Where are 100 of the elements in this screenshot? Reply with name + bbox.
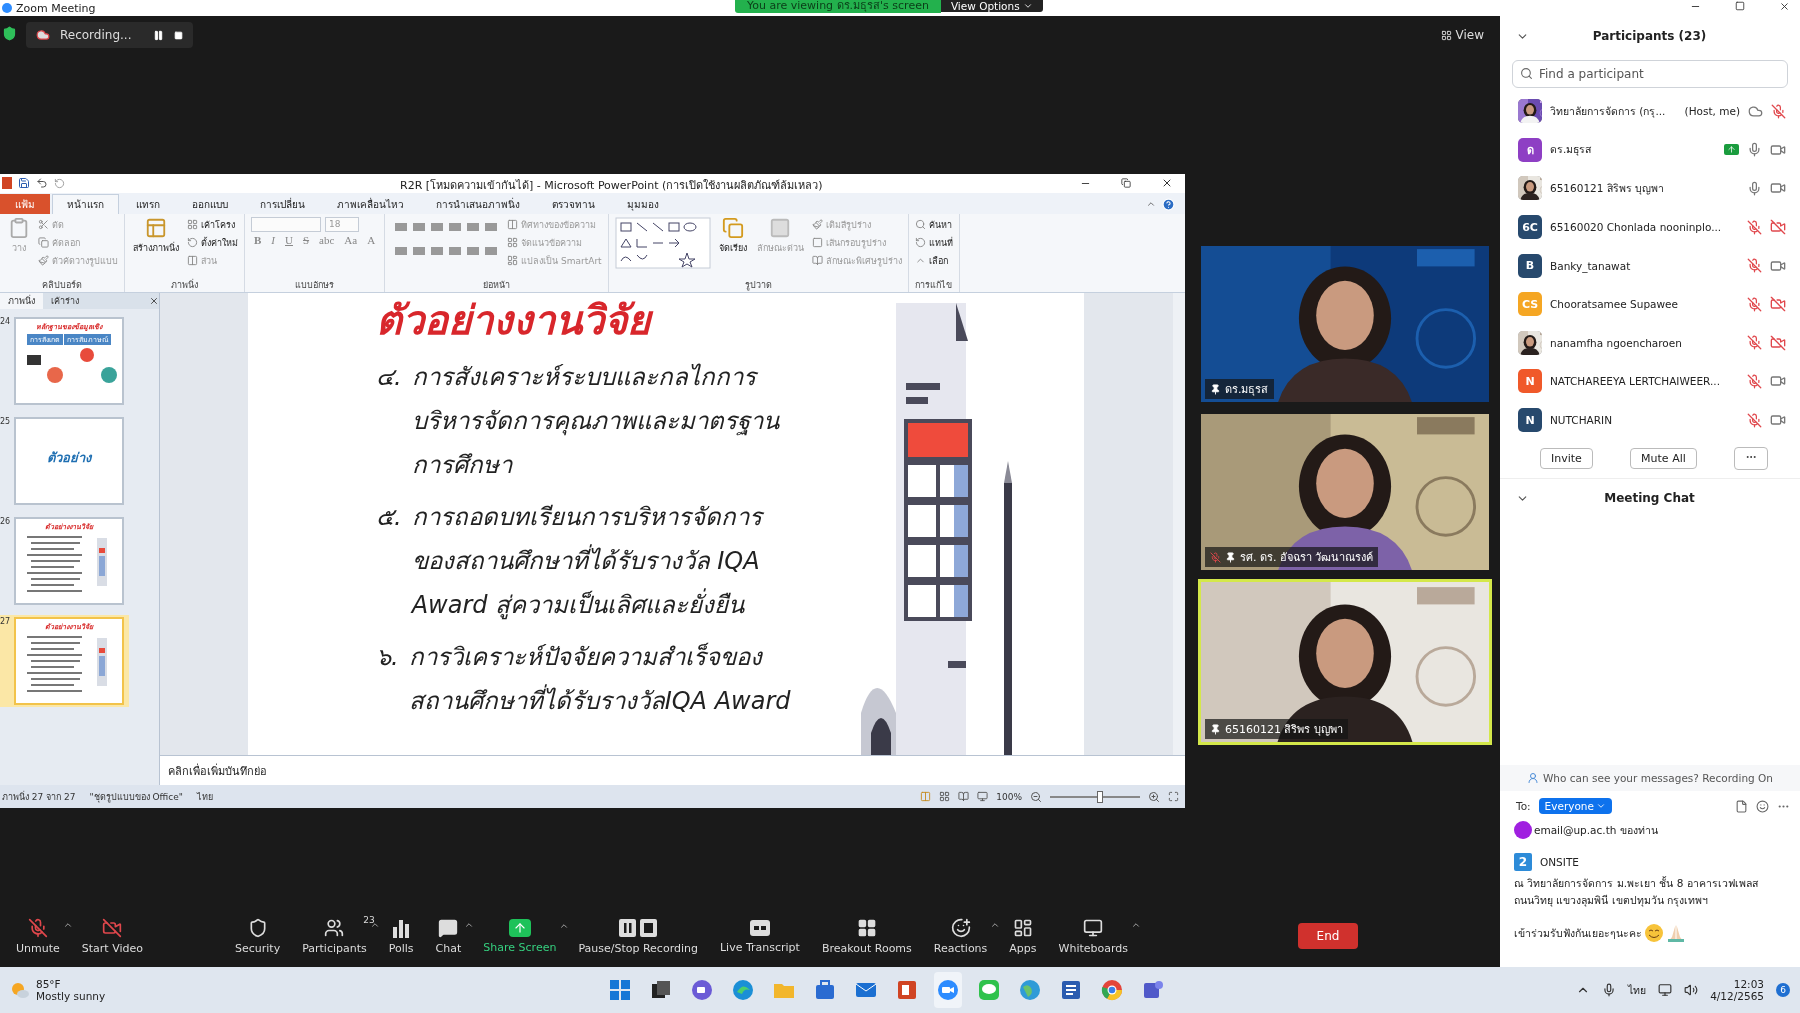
slide-number: 25	[0, 417, 12, 427]
fit-icon[interactable]	[1168, 791, 1179, 803]
mic-icon[interactable]	[1602, 983, 1617, 997]
participant-row[interactable]: 6C 65160020 Chonlada nooninplo...	[1500, 207, 1800, 247]
maximize-icon[interactable]	[1735, 1, 1745, 11]
participant-row[interactable]: N NUTCHARIN	[1500, 400, 1800, 440]
ribbon-tab[interactable]: การนำเสนอภาพนิ่ง	[421, 193, 535, 214]
toolbar-button[interactable]: Polls	[380, 917, 428, 955]
end-button[interactable]: End	[1298, 923, 1358, 949]
help-icon[interactable]	[1162, 197, 1175, 211]
search-icon	[1520, 67, 1533, 80]
close-icon[interactable]	[1779, 0, 1790, 12]
pane-tab[interactable]: เค้าร่าง	[43, 293, 87, 310]
toolbar-button[interactable]: Reactions	[925, 917, 1002, 955]
network-icon[interactable]	[1658, 983, 1673, 997]
list-item-text: การสังเคราะห์ระบบและกลไกการ บริหารจัดการคุณภาพและมาตรฐาน การศึกษา	[411, 362, 779, 482]
slide-number: 24	[0, 317, 12, 327]
grid-icon	[856, 917, 877, 938]
praying-hands-icon	[1666, 923, 1686, 943]
participant-name: NATCHAREEYA LERTCHAIWEER...	[1550, 375, 1721, 388]
toolbar-button[interactable]: Security	[227, 917, 295, 955]
theme-name: "ชุดรูปแบบของ Office"	[89, 790, 183, 804]
pin-icon	[1225, 551, 1236, 563]
participant-name: Chooratsamee Supawee	[1550, 298, 1679, 311]
undo-icon[interactable]	[36, 177, 48, 190]
toolbar-button[interactable]: Pause/Stop Recording	[570, 917, 712, 955]
list-item-text: การวิเคราะห์ปัจจัยความสำเร็จของ สถานศึกษาที่ได้รับรางวัลIQA Award	[408, 641, 791, 718]
participant-row[interactable]: nanamfha ngoencharoen	[1500, 323, 1800, 363]
save-icon[interactable]	[18, 177, 30, 190]
participant-row[interactable]: N NATCHAREEYA LERTCHAIWEER...	[1500, 362, 1800, 401]
participant-row[interactable]: วิทยาลัยการจัดการ (กรุ... (Host, me)	[1500, 92, 1800, 131]
grid-icon	[1440, 29, 1452, 41]
share-screen-icon	[508, 918, 531, 937]
recording-label: Recording...	[60, 28, 132, 42]
toolbar-button[interactable]: Whiteboards	[1050, 917, 1143, 955]
participant-row[interactable]: ด ดร.มธุรส	[1500, 130, 1800, 170]
video-chat-icon	[691, 979, 713, 1001]
slideshow-icon[interactable]	[977, 791, 989, 803]
ribbon-button[interactable]: เลือก	[914, 252, 953, 269]
toolbar-button[interactable]: Live Transcript	[711, 918, 814, 954]
emoji-icon[interactable]	[1756, 799, 1769, 813]
ribbon-tab[interactable]: แทรก	[121, 193, 175, 214]
close-icon[interactable]	[149, 296, 159, 307]
view-options-button[interactable]: View Options	[940, 0, 1043, 12]
reading-view-icon[interactable]	[958, 791, 970, 803]
participant-row[interactable]: 65160121 สิริพร บุญพา	[1500, 169, 1800, 208]
chat-message: email@up.ac.th ของท่าน	[1534, 822, 1658, 838]
pane-tab[interactable]: ภาพนิ่ง	[0, 293, 43, 310]
file-icon[interactable]	[1735, 799, 1748, 813]
recipient-dropdown[interactable]: Everyone	[1538, 798, 1612, 814]
toolbar-button[interactable]: Breakout Rooms	[813, 917, 926, 955]
toolbar-button[interactable]: Unmute	[8, 917, 74, 955]
participant-row[interactable]: CS Chooratsamee Supawee	[1500, 284, 1800, 324]
format-button[interactable]: I	[268, 233, 278, 246]
toolbar-button[interactable]: Chat	[427, 917, 476, 955]
panel-button[interactable]: Invite	[1540, 448, 1593, 470]
slide-thumbnail[interactable]: ตัวอย่าง	[14, 417, 124, 506]
search-field[interactable]: Find a participant	[1512, 60, 1788, 88]
restore-icon[interactable]	[1121, 178, 1131, 189]
participant-name: 65160020 Chonlada nooninplo...	[1550, 221, 1722, 234]
participant-row[interactable]: B Banky_tanawat	[1500, 246, 1800, 285]
toolbar-button[interactable]: 23 Participants	[294, 917, 381, 955]
font-name-field[interactable]	[251, 216, 321, 232]
view-button[interactable]: View	[1434, 27, 1490, 43]
ribbon-tab[interactable]: หน้าแรก	[52, 193, 119, 214]
stop-icon[interactable]	[174, 30, 184, 40]
chat-bubble-app-icon	[978, 979, 1000, 1001]
notification-badge: 6	[1776, 983, 1790, 997]
toolbar-button[interactable]: Share Screen	[475, 918, 571, 954]
ribbon-tab[interactable]: ออกแบบ	[177, 193, 243, 214]
ribbon-button[interactable]: สร้างภาพนิ่ง	[131, 216, 181, 279]
ribbon-tab[interactable]: การเปลี่ยน	[245, 193, 320, 214]
format-button[interactable]: U	[282, 233, 296, 246]
toolbar-button[interactable]: Apps	[1001, 917, 1051, 955]
ribbon-tab[interactable]: ภาพเคลื่อนไหว	[322, 193, 419, 214]
ribbon-button[interactable]: จัดเรียง	[716, 216, 749, 279]
user-icon	[1527, 772, 1539, 784]
format-button[interactable]: abc	[316, 233, 338, 246]
zoom-out-icon[interactable]	[1030, 790, 1042, 803]
copy-icon	[38, 237, 49, 249]
zoom-in-icon[interactable]	[1148, 790, 1160, 803]
volume-icon[interactable]	[1684, 983, 1699, 997]
sorter-view-icon[interactable]	[939, 791, 951, 803]
screen-share-banner: You are viewing ดร.มธุรส's screen	[735, 0, 941, 13]
smiley-plus-icon	[950, 917, 971, 938]
ribbon-button[interactable]: ตั้งค่าใหม่	[187, 234, 238, 251]
slide-thumbnail-row[interactable]: 25 ตัวอย่าง	[0, 415, 129, 508]
weather-icon	[10, 980, 30, 1000]
ribbon-button[interactable]: แทนที่	[914, 234, 953, 251]
panel-button[interactable]: Mute All	[1630, 448, 1697, 470]
ribbon-button[interactable]: ค้นหา	[914, 216, 953, 233]
ribbon-tab[interactable]: ตรวจทาน	[537, 193, 610, 214]
pause-icon[interactable]	[153, 29, 165, 41]
ribbon-tab[interactable]: มุมมอง	[612, 193, 674, 214]
ribbon-button[interactable]: เค้าโครง	[187, 216, 238, 233]
smiling-face-icon	[1644, 923, 1664, 943]
file-tab[interactable]: แฟ้ม	[0, 193, 50, 214]
slider-thumb[interactable]	[1096, 790, 1103, 803]
toolbar-button[interactable]: Start Video	[73, 917, 157, 955]
format-button[interactable]: S	[299, 233, 313, 246]
